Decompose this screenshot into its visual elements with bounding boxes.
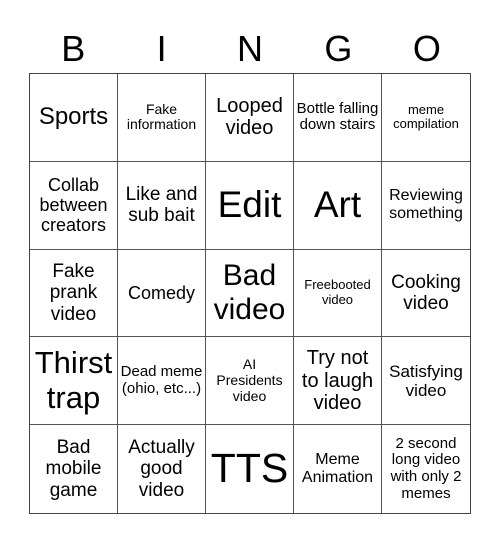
bingo-cell-r3c1[interactable]: Fake prank video [30, 249, 118, 338]
header-letter-b: B [61, 28, 86, 69]
bingo-header: B I N G O [29, 26, 471, 72]
bingo-cell-r4c1[interactable]: Thirst trap [30, 337, 118, 426]
header-letter-i: I [156, 28, 167, 69]
bingo-cell-r2c5[interactable]: Reviewing something [382, 162, 470, 250]
bingo-cell-r4c4[interactable]: Try not to laugh video [294, 337, 382, 426]
bingo-cell-r2c2[interactable]: Like and sub bait [118, 161, 206, 250]
bingo-cell-r5c1[interactable]: Bad mobile game [30, 425, 118, 513]
bingo-cell-r4c5[interactable]: Satisfying video [382, 337, 470, 426]
bingo-cell-r1c2[interactable]: Fake information [118, 74, 206, 162]
bingo-cell-r1c3[interactable]: Looped video [206, 74, 294, 162]
bingo-cell-r2c4[interactable]: Art [294, 161, 382, 250]
header-letter-g: G [324, 28, 353, 69]
bingo-cell-r3c3[interactable]: Bad video [206, 249, 294, 338]
bingo-grid: Sports Fake information Looped video Bot… [29, 73, 471, 514]
bingo-cell-r1c4[interactable]: Bottle falling down stairs [294, 74, 382, 162]
bingo-cell-r5c5[interactable]: 2 second long video with only 2 memes [382, 425, 470, 513]
bingo-cell-r5c2[interactable]: Actually good video [118, 425, 206, 513]
bingo-cell-r4c2[interactable]: Dead meme (ohio, etc...) [118, 337, 206, 426]
bingo-cell-r4c3[interactable]: AI Presidents video [206, 337, 294, 426]
bingo-cell-r2c3[interactable]: Edit [206, 161, 294, 250]
bingo-cell-r3c5[interactable]: Cooking video [382, 250, 470, 338]
bingo-cell-r1c5[interactable]: meme compilation [382, 74, 470, 162]
header-letter-n: N [237, 28, 264, 69]
bingo-cell-r1c1[interactable]: Sports [30, 74, 118, 162]
bingo-cell-r5c3[interactable]: TTS [206, 425, 294, 513]
header-letter-o: O [412, 28, 441, 69]
bingo-cell-r3c2[interactable]: Comedy [118, 249, 206, 338]
bingo-cell-r5c4[interactable]: Meme Animation [294, 425, 382, 513]
bingo-cell-r3c4[interactable]: Freebooted video [294, 249, 382, 338]
bingo-cell-r2c1[interactable]: Collab between creators [30, 161, 118, 250]
